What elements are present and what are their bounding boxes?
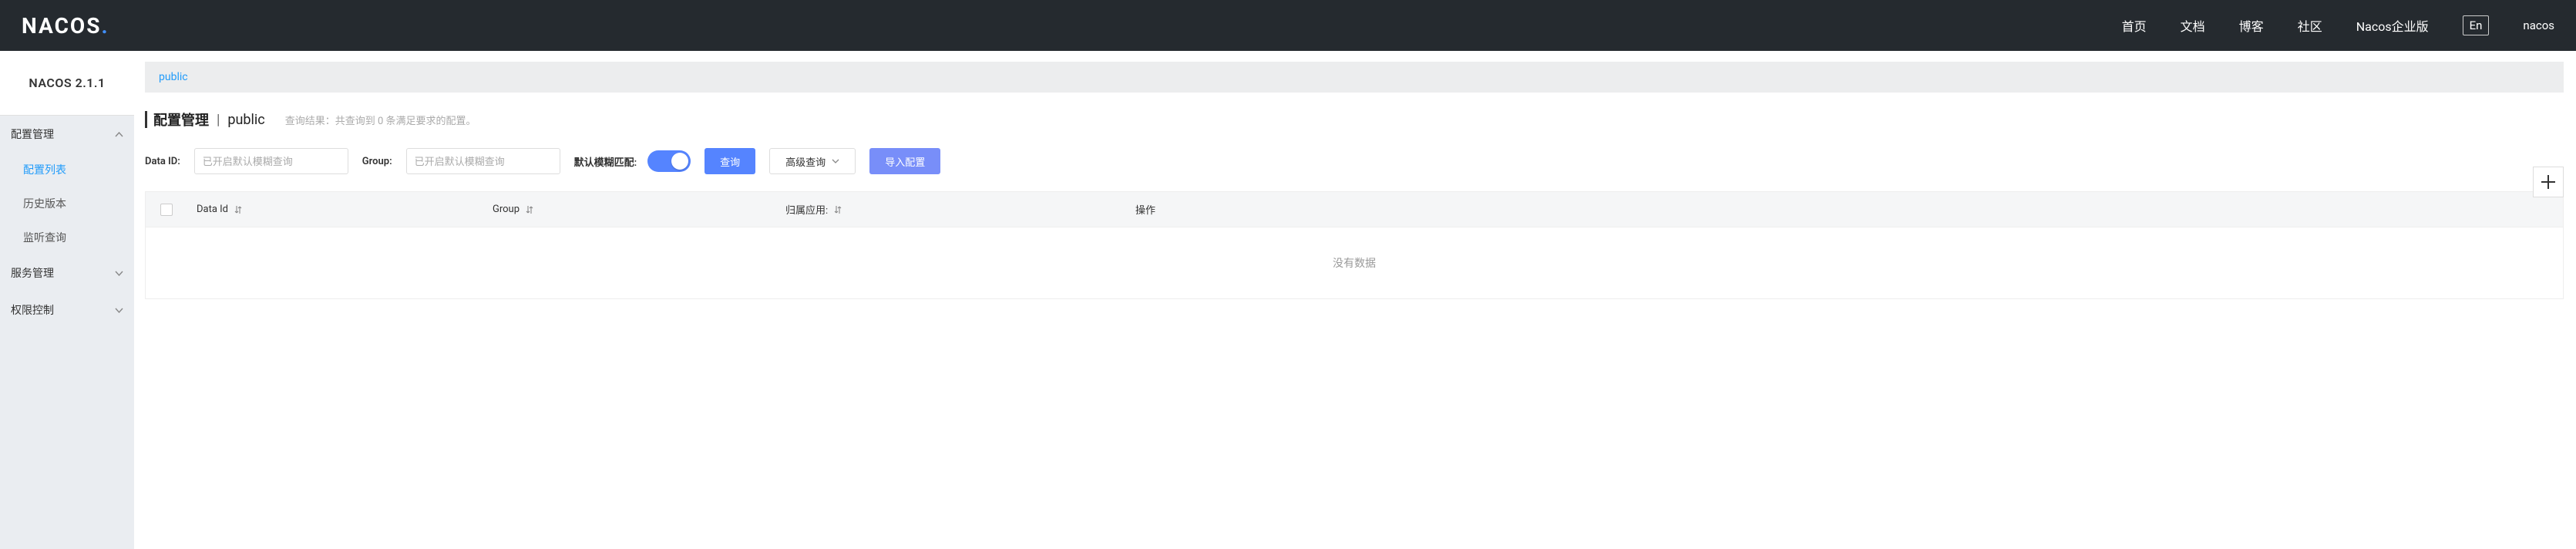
page-title: 配置管理 — [153, 109, 209, 130]
fuzzy-toggle-group: 默认模糊匹配: — [574, 150, 691, 172]
th-checkbox — [146, 204, 187, 216]
config-table: Data Id Group 归属应用: — [145, 191, 2564, 299]
sidebar-item-listen[interactable]: 监听查询 — [0, 221, 134, 254]
user-menu[interactable]: nacos — [2523, 19, 2554, 32]
search-form: Data ID: Group: 默认模糊匹配: 查询 高级查询 导入配置 — [145, 148, 2564, 174]
logo-dot-icon: . — [101, 13, 107, 39]
sort-icon — [526, 205, 533, 214]
nav-docs[interactable]: 文档 — [2181, 16, 2205, 35]
th-group[interactable]: Group — [493, 204, 785, 215]
fuzzy-switch[interactable] — [647, 150, 691, 172]
sort-icon — [834, 205, 842, 214]
add-config-button[interactable] — [2533, 167, 2564, 197]
th-app[interactable]: 归属应用: — [785, 202, 1132, 217]
group-label: Group: — [362, 156, 392, 167]
nav-home[interactable]: 首页 — [2122, 16, 2147, 35]
sidebar-group-auth[interactable]: 权限控制 — [0, 291, 134, 328]
sidebar-item-history[interactable]: 历史版本 — [0, 187, 134, 221]
th-app-label: 归属应用: — [785, 202, 828, 217]
nav-enterprise[interactable]: Nacos企业版 — [2356, 16, 2429, 35]
nav-blog[interactable]: 博客 — [2239, 16, 2264, 35]
title-namespace: public — [227, 112, 264, 128]
chevron-down-icon — [115, 271, 123, 276]
language-switch[interactable]: En — [2463, 15, 2490, 35]
chevron-down-icon — [115, 308, 123, 313]
logo[interactable]: NACOS. — [22, 13, 108, 39]
chevron-up-icon — [115, 132, 123, 137]
select-all-checkbox[interactable] — [160, 204, 173, 216]
title-separator: | — [217, 112, 220, 128]
top-header: NACOS. 首页 文档 博客 社区 Nacos企业版 En nacos — [0, 0, 2576, 51]
sort-icon — [234, 205, 242, 214]
th-dataid[interactable]: Data Id — [187, 204, 493, 215]
advanced-query-label: 高级查询 — [785, 154, 826, 169]
version-label: NACOS 2.1.1 — [0, 51, 134, 116]
sidebar: NACOS 2.1.1 配置管理 配置列表 历史版本 监听查询 服务管理 权限控… — [0, 51, 134, 549]
namespace-bar: public — [145, 62, 2564, 93]
th-operation: 操作 — [1132, 202, 2563, 217]
table-header: Data Id Group 归属应用: — [146, 192, 2563, 227]
th-group-label: Group — [493, 204, 520, 215]
fuzzy-label: 默认模糊匹配: — [574, 154, 637, 169]
table-empty-text: 没有数据 — [146, 227, 2563, 298]
query-result-text: 查询结果：共查询到 0 条满足要求的配置。 — [285, 113, 476, 127]
result-prefix: 查询结果：共查询到 — [285, 116, 378, 127]
sidebar-group-auth-label: 权限控制 — [11, 302, 54, 318]
switch-knob-icon — [671, 153, 688, 170]
title-row: 配置管理 | public 查询结果：共查询到 0 条满足要求的配置。 — [145, 111, 2564, 128]
sidebar-group-config[interactable]: 配置管理 — [0, 116, 134, 153]
result-suffix: 条满足要求的配置。 — [383, 116, 476, 127]
sidebar-group-config-label: 配置管理 — [11, 126, 54, 142]
advanced-query-button[interactable]: 高级查询 — [769, 148, 856, 174]
dataid-label: Data ID: — [145, 156, 180, 167]
header-nav: 首页 文档 博客 社区 Nacos企业版 En nacos — [2122, 15, 2554, 35]
main-content: public 配置管理 | public 查询结果：共查询到 0 条满足要求的配… — [134, 51, 2576, 549]
sidebar-group-service-label: 服务管理 — [11, 265, 54, 281]
import-config-button[interactable]: 导入配置 — [869, 148, 940, 174]
namespace-tab-public[interactable]: public — [159, 71, 188, 83]
th-operation-label: 操作 — [1135, 202, 1155, 217]
chevron-down-icon — [832, 159, 839, 163]
query-button[interactable]: 查询 — [705, 148, 755, 174]
sidebar-group-service[interactable]: 服务管理 — [0, 254, 134, 291]
plus-icon — [2540, 173, 2557, 190]
dataid-input[interactable] — [194, 148, 348, 174]
nav-community[interactable]: 社区 — [2298, 16, 2322, 35]
logo-text: NACOS — [22, 13, 101, 39]
group-input[interactable] — [406, 148, 560, 174]
th-dataid-label: Data Id — [197, 204, 228, 215]
sidebar-item-config-list[interactable]: 配置列表 — [0, 153, 134, 187]
